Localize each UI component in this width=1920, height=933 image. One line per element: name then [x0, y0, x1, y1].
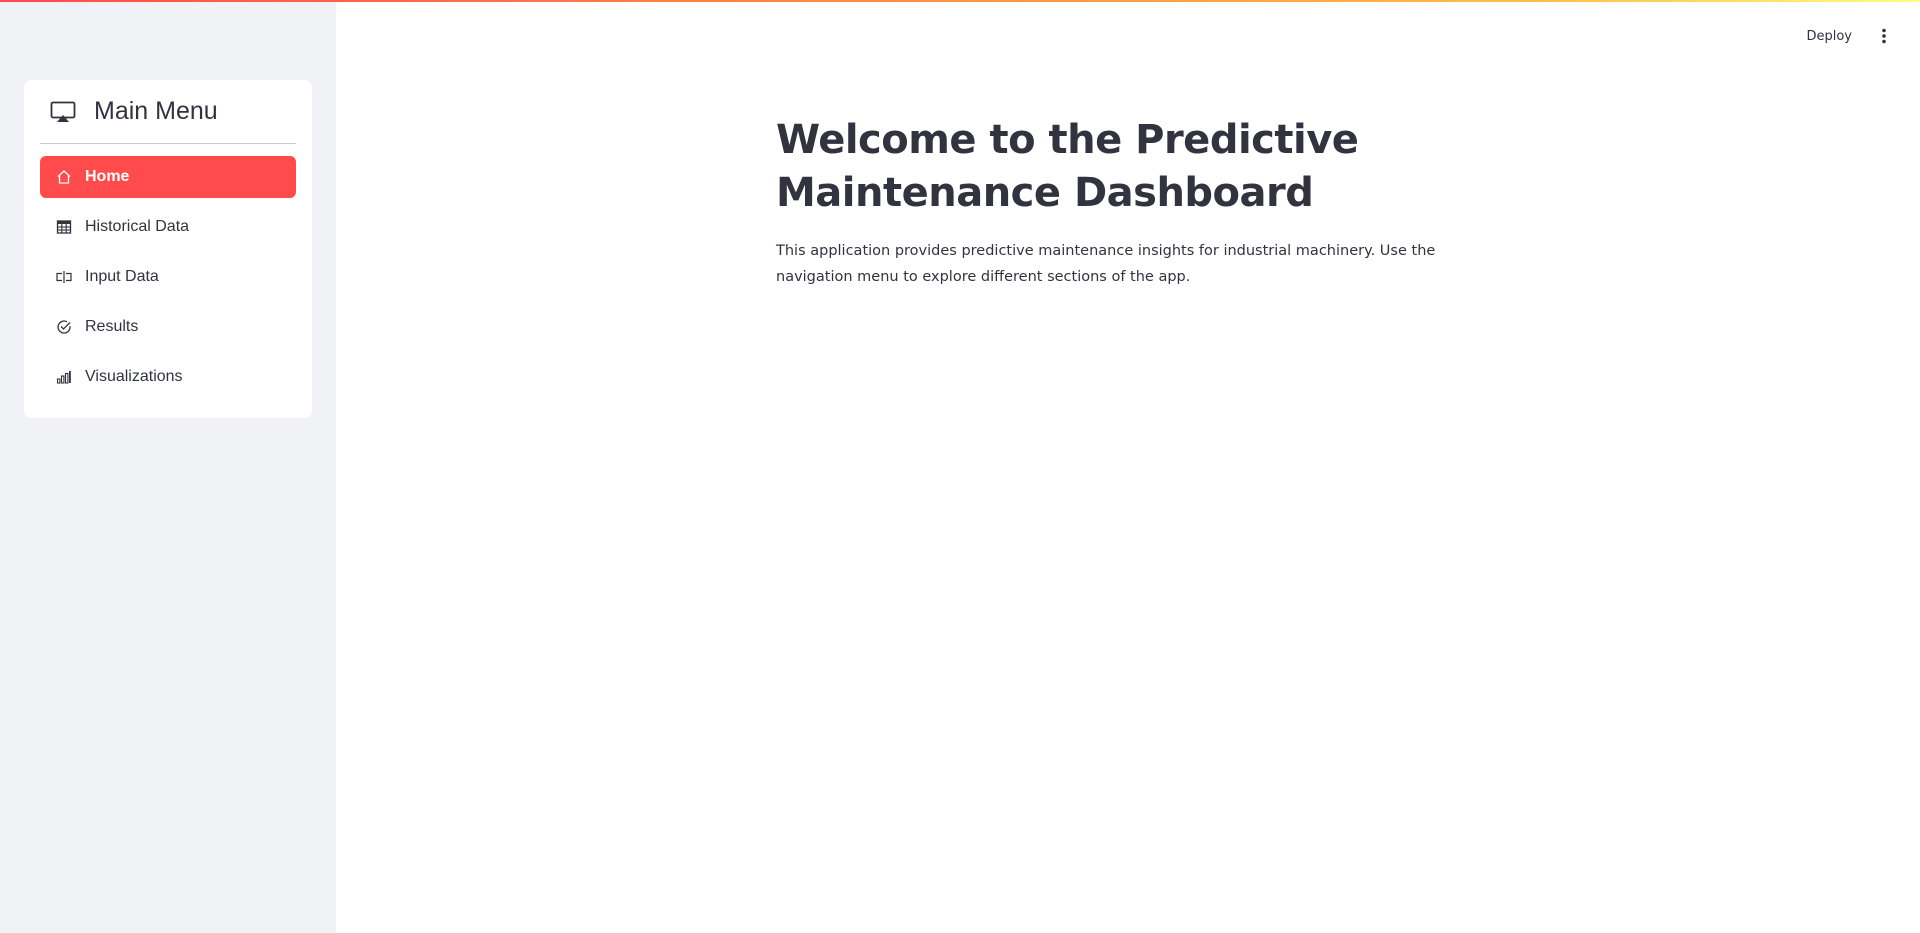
table-icon	[55, 218, 73, 236]
house-icon	[55, 168, 73, 186]
kebab-vertical-icon[interactable]	[1872, 24, 1896, 48]
top-decoration-bar	[0, 0, 1920, 2]
bar-chart-icon	[55, 368, 73, 386]
cast-icon	[50, 101, 76, 123]
main-menu-nav: Home Historical Data Input Data Results …	[40, 156, 296, 398]
menu-item-label: Results	[85, 318, 139, 335]
sidebar: Main Menu Home Historical Data Input Dat…	[0, 0, 336, 933]
main-menu-header: Main Menu	[40, 80, 296, 144]
page-title: Welcome to the Predictive Maintenance Da…	[776, 117, 1359, 216]
main-menu-card: Main Menu Home Historical Data Input Dat…	[24, 80, 312, 418]
menu-item-visualizations[interactable]: Visualizations	[40, 356, 296, 398]
menu-item-results[interactable]: Results	[40, 306, 296, 348]
page-body: Welcome to the Predictive Maintenance Da…	[776, 114, 1496, 305]
deploy-button[interactable]: Deploy	[1796, 23, 1862, 50]
main-menu-title: Main Menu	[94, 97, 218, 125]
menu-item-label: Visualizations	[85, 368, 183, 385]
app-toolbar: Deploy	[1796, 0, 1920, 72]
menu-item-label: Historical Data	[85, 218, 190, 235]
check-circle-icon	[55, 318, 73, 336]
input-cursor-icon	[55, 268, 73, 286]
main-content: Deploy Welcome to the Predictive Mainten…	[336, 0, 1920, 933]
menu-item-historical-data[interactable]: Historical Data	[40, 206, 296, 248]
menu-item-input-data[interactable]: Input Data	[40, 256, 296, 298]
menu-item-label: Input Data	[85, 268, 159, 285]
page-description: This application provides predictive mai…	[776, 243, 1436, 285]
menu-item-home[interactable]: Home	[40, 156, 296, 198]
menu-item-label: Home	[85, 168, 130, 185]
